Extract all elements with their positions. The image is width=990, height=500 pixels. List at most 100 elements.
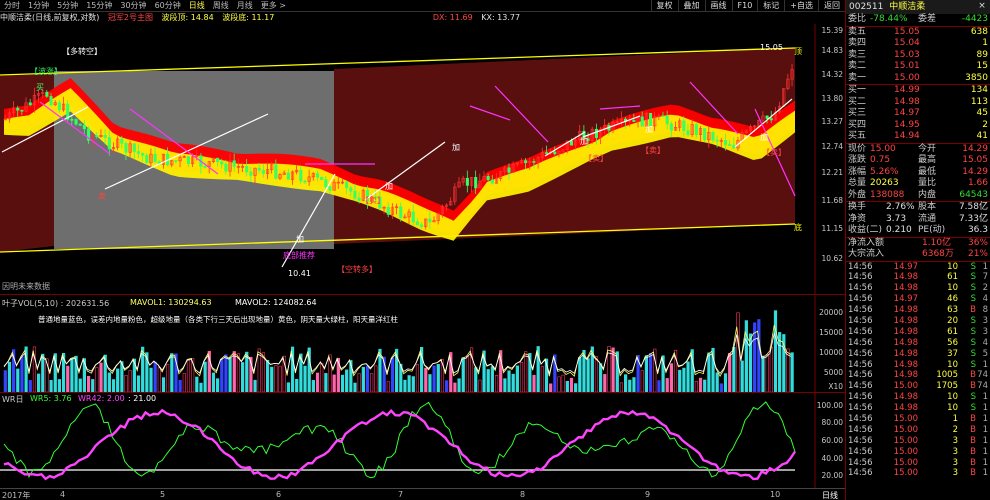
toolbar-actions: 复权 叠加 画线 F10 标记 +自选 返回 [650,0,845,11]
volume-bar [216,378,220,392]
candle-body [203,166,207,168]
tick-side: S [970,348,976,359]
volume-panel[interactable]: 叶子VOL(5,10) : 202631.56 MAVOL1: 130294.6… [0,296,845,392]
period-1min[interactable]: 1分钟 [24,0,53,11]
f10-button[interactable]: F10 [731,0,758,11]
volume-bar [153,361,157,392]
time-label: 2017年 [2,491,31,500]
volume-bar [494,375,499,392]
stats2-block: 换手 2.76% 股本 7.58亿 净资 3.73 流通 7.33亿 收益(二) 0.210 PE(… [846,202,990,237]
back-button[interactable]: 返回 [818,0,845,11]
period-60min[interactable]: 60分钟 [151,0,185,11]
volume-bar [515,365,519,392]
mavol1-label: MAVOL1: 130294.63 [130,298,212,307]
period-daily[interactable]: 日线 [185,0,209,11]
tick-row: 14:56 15.00 3 B 1 [846,458,990,469]
overlay-button[interactable]: 叠加 [677,0,705,11]
stat-row: 外盘 138088 内盘 64543 [846,190,990,202]
mark-button[interactable]: 标记 [757,0,784,11]
price-label: 10.62 [821,254,843,263]
period-monthly[interactable]: 月线 [233,0,257,11]
champion-indicator[interactable]: 冠军2号主图 [108,13,153,22]
wr-svg[interactable] [0,393,845,488]
tick-row: 14:56 15.00 1 B 1 [846,414,990,425]
tick-side: B [970,305,976,316]
tick-time: 14:56 [848,446,873,457]
price-label: 13.80 [821,94,843,103]
add-label: 加 [645,124,653,134]
volume-bar [761,355,765,392]
tick-time: 14:56 [848,261,873,272]
time-label: 4 [60,490,66,499]
sell-label: 【卖】 [584,154,608,163]
future-data-label: 因明未来数据 [2,281,50,291]
candle-body [232,160,236,167]
stat-value: 64543 [959,189,988,200]
time-label: 7 [398,490,404,499]
tick-count: 1 [982,424,988,435]
add-watchlist-button[interactable]: +自选 [784,0,818,11]
stat-label: 最高 [918,155,937,165]
tick-count: 7 [982,272,988,283]
candle-body [465,177,469,186]
tick-side: S [970,272,976,283]
quote-panel: 002511 中顺洁柔 × 委比 -78.44% 委差 -4423 卖五 15.0… [845,0,990,500]
candle-body [261,169,265,174]
volume-bar [315,372,320,392]
panel-divider [0,294,845,295]
period-more[interactable]: 更多 > [257,0,290,11]
tick-list[interactable]: 14:56 14.97 10 S 1 14:56 14.98 61 S 7 14:56 14.98 10… [846,262,990,480]
draw-line-button[interactable]: 画线 [704,0,732,11]
stat-label: 内盘 [918,189,937,200]
volume-bar [757,319,761,392]
tick-row: 14:56 15.00 3 B 1 [846,447,990,458]
vol-title: 叶子VOL(5,10) : 202631.56 [2,299,110,308]
kline-svg[interactable]: 【多转空】 【波涨】 买 加 加 加 加 加 加 【卖】 【卖】 【卖】 【卖】… [0,24,845,294]
period-5min[interactable]: 5分钟 [53,0,82,11]
price-label: 12.21 [821,168,843,177]
volume-bar [220,359,224,392]
fuquan-button[interactable]: 复权 [650,0,678,11]
volume-bar [557,376,561,392]
candle-body [632,120,636,122]
kline-chart[interactable]: 【多转空】 【波涨】 买 加 加 加 加 加 加 【卖】 【卖】 【卖】 【卖】… [0,24,845,294]
period-30min[interactable]: 30分钟 [116,0,150,11]
ask-price: 15.00 [894,72,920,83]
tick-volume: 3 [952,435,958,446]
volume-bar [669,363,674,392]
tick-count: 5 [982,348,988,359]
volume-bar [407,375,411,392]
period-15min[interactable]: 15分钟 [82,0,116,11]
close-icon[interactable]: × [976,1,988,12]
tick-time: 14:56 [848,305,873,316]
tick-time: 14:56 [848,326,873,337]
volume-svg[interactable] [0,296,845,392]
tick-count: 1 [982,435,988,446]
tick-volume: 1705 [936,381,958,392]
candle-body [324,179,328,188]
stat-value: 138088 [870,189,905,200]
tick-count: 1 [982,403,988,414]
tick-volume: 61 [947,326,958,337]
tick-row: 14:56 15.00 2 B 1 [846,425,990,436]
tick-row: 14:56 14.97 46 S 4 [846,294,990,305]
volume-bar [682,367,686,392]
volume-bar [503,378,507,392]
stock-header: 002511 中顺洁柔 × [846,0,990,14]
volume-bar [57,379,62,392]
volume-bar [7,361,12,392]
tick-time: 14:56 [848,381,873,392]
weibi-value: -78.44% [870,14,908,24]
candle-body [153,153,157,162]
tick-side: B [970,424,976,435]
volume-bar [432,365,436,392]
period-fenshi[interactable]: 分时 [0,0,24,11]
wr-panel[interactable]: WR日 WR5: 3.76 WR42: 2.00 : 21.00 100.00 … [0,393,845,488]
volume-bar [444,380,449,392]
vol-axis-label: 5000 [823,368,843,377]
tick-time: 14:56 [848,468,873,479]
bid-volume: 41 [976,131,988,141]
tick-side: S [970,403,976,414]
volume-bar [644,355,649,392]
period-weekly[interactable]: 周线 [209,0,233,11]
